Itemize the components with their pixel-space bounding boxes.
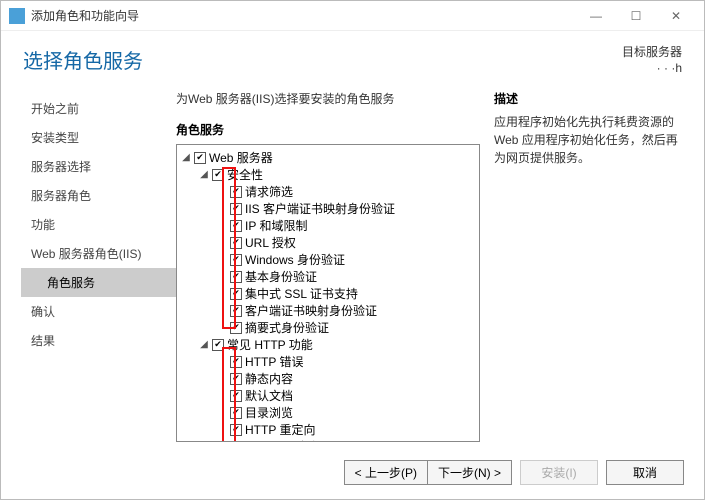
- tree-label: 基本身份验证: [245, 268, 317, 285]
- checkbox[interactable]: [230, 373, 242, 385]
- checkbox[interactable]: [230, 237, 242, 249]
- checkbox[interactable]: [230, 322, 242, 334]
- tree-label: 常见 HTTP 功能: [227, 336, 313, 353]
- checkbox[interactable]: [230, 390, 242, 402]
- checkbox[interactable]: [230, 305, 242, 317]
- tree-label: Web 服务器: [209, 149, 273, 166]
- tree-row[interactable]: IIS 客户端证书映射身份验证: [179, 200, 477, 217]
- expand-icon[interactable]: ◢: [181, 152, 191, 163]
- sidebar-item[interactable]: 结果: [21, 326, 176, 355]
- tree-label: HTTP 重定向: [245, 421, 315, 438]
- sidebar-item[interactable]: Web 服务器角色(IIS): [21, 239, 176, 268]
- sidebar-item[interactable]: 安装类型: [21, 123, 176, 152]
- tree-label: 集中式 SSL 证书支持: [245, 285, 358, 302]
- checkbox[interactable]: [230, 271, 242, 283]
- tree-row[interactable]: 集中式 SSL 证书支持: [179, 285, 477, 302]
- checkbox[interactable]: [230, 203, 242, 215]
- checkbox[interactable]: [230, 220, 242, 232]
- sidebar-item[interactable]: 服务器角色: [21, 181, 176, 210]
- tree-label: IP 和域限制: [245, 217, 307, 234]
- titlebar: 添加角色和功能向导 — ☐ ✕: [1, 1, 704, 31]
- role-services-tree[interactable]: ◢Web 服务器◢安全性请求筛选IIS 客户端证书映射身份验证IP 和域限制UR…: [176, 144, 480, 442]
- previous-button[interactable]: < 上一步(P): [344, 460, 427, 485]
- sidebar-item[interactable]: 角色服务: [21, 268, 176, 297]
- sidebar-item[interactable]: 服务器选择: [21, 152, 176, 181]
- tree-label: 请求筛选: [245, 183, 293, 200]
- cancel-button[interactable]: 取消: [606, 460, 684, 485]
- checkbox[interactable]: [230, 356, 242, 368]
- tree-row[interactable]: 基本身份验证: [179, 268, 477, 285]
- checkbox[interactable]: [212, 169, 224, 181]
- sidebar-item[interactable]: 确认: [21, 297, 176, 326]
- tree-row[interactable]: IP 和域限制: [179, 217, 477, 234]
- checkbox[interactable]: [194, 152, 206, 164]
- tree-row[interactable]: HTTP 错误: [179, 353, 477, 370]
- wizard-window: 添加角色和功能向导 — ☐ ✕ 选择角色服务 目标服务器 · · ·h 开始之前…: [0, 0, 705, 500]
- nav-button-group: < 上一步(P) 下一步(N) >: [344, 460, 512, 485]
- tree-row[interactable]: URL 授权: [179, 234, 477, 251]
- checkbox[interactable]: [230, 424, 242, 436]
- checkbox[interactable]: [212, 339, 224, 351]
- tree-label: 默认文档: [245, 387, 293, 404]
- instruction-text: 为Web 服务器(IIS)选择要安装的角色服务: [176, 90, 480, 107]
- tree-label: 客户端证书映射身份验证: [245, 302, 377, 319]
- body: 开始之前安装类型服务器选择服务器角色功能Web 服务器角色(IIS)角色服务确认…: [1, 84, 704, 450]
- main: 为Web 服务器(IIS)选择要安装的角色服务 角色服务 ◢Web 服务器◢安全…: [176, 84, 684, 442]
- tree-label: URL 授权: [245, 234, 296, 251]
- header: 选择角色服务 目标服务器 · · ·h: [1, 31, 704, 84]
- target-server: 目标服务器 · · ·h: [622, 45, 682, 76]
- checkbox[interactable]: [230, 186, 242, 198]
- description-column: 描述 应用程序初始化先执行耗费资源的 Web 应用程序初始化任务，然后再为网页提…: [494, 90, 684, 442]
- description-text: 应用程序初始化先执行耗费资源的 Web 应用程序初始化任务，然后再为网页提供服务…: [494, 113, 684, 167]
- checkbox[interactable]: [230, 441, 242, 442]
- tree-row[interactable]: HTTP 重定向: [179, 421, 477, 438]
- tree-label: IIS 客户端证书映射身份验证: [245, 200, 395, 217]
- checkbox[interactable]: [230, 254, 242, 266]
- description-label: 描述: [494, 90, 684, 107]
- tree-row[interactable]: 静态内容: [179, 370, 477, 387]
- tree-label: 摘要式身份验证: [245, 319, 329, 336]
- target-value: · · ·h: [622, 61, 682, 77]
- tree-label: 静态内容: [245, 370, 293, 387]
- tree-label: WebDAV 发布: [245, 438, 321, 442]
- app-icon: [9, 8, 25, 24]
- window-title: 添加角色和功能向导: [31, 7, 576, 24]
- tree-row[interactable]: 摘要式身份验证: [179, 319, 477, 336]
- tree-row[interactable]: 客户端证书映射身份验证: [179, 302, 477, 319]
- tree-label: 目录浏览: [245, 404, 293, 421]
- tree-label: 角色服务: [176, 121, 480, 138]
- tree-label: Windows 身份验证: [245, 251, 345, 268]
- tree-row[interactable]: Windows 身份验证: [179, 251, 477, 268]
- window-controls: — ☐ ✕: [576, 1, 696, 31]
- tree-row[interactable]: 默认文档: [179, 387, 477, 404]
- tree-label: 安全性: [227, 166, 263, 183]
- checkbox[interactable]: [230, 288, 242, 300]
- tree-row[interactable]: ◢ 安全性: [179, 166, 477, 183]
- install-button[interactable]: 安装(I): [520, 460, 598, 485]
- tree-row[interactable]: WebDAV 发布: [179, 438, 477, 442]
- checkbox[interactable]: [230, 407, 242, 419]
- tree-row[interactable]: ◢ Web 服务器: [179, 149, 477, 166]
- page-title: 选择角色服务: [23, 45, 143, 76]
- sidebar-item[interactable]: 功能: [21, 210, 176, 239]
- target-label: 目标服务器: [622, 45, 682, 61]
- tree-row[interactable]: ◢ 常见 HTTP 功能: [179, 336, 477, 353]
- close-button[interactable]: ✕: [656, 1, 696, 31]
- expand-icon[interactable]: ◢: [199, 339, 209, 350]
- tree-row[interactable]: 目录浏览: [179, 404, 477, 421]
- tree-label: HTTP 错误: [245, 353, 303, 370]
- tree-row[interactable]: 请求筛选: [179, 183, 477, 200]
- minimize-button[interactable]: —: [576, 1, 616, 31]
- maximize-button[interactable]: ☐: [616, 1, 656, 31]
- next-button[interactable]: 下一步(N) >: [427, 460, 512, 485]
- sidebar: 开始之前安装类型服务器选择服务器角色功能Web 服务器角色(IIS)角色服务确认…: [21, 84, 176, 442]
- expand-icon[interactable]: ◢: [199, 169, 209, 180]
- footer: < 上一步(P) 下一步(N) > 安装(I) 取消: [1, 450, 704, 499]
- tree-column: 为Web 服务器(IIS)选择要安装的角色服务 角色服务 ◢Web 服务器◢安全…: [176, 90, 480, 442]
- sidebar-item[interactable]: 开始之前: [21, 94, 176, 123]
